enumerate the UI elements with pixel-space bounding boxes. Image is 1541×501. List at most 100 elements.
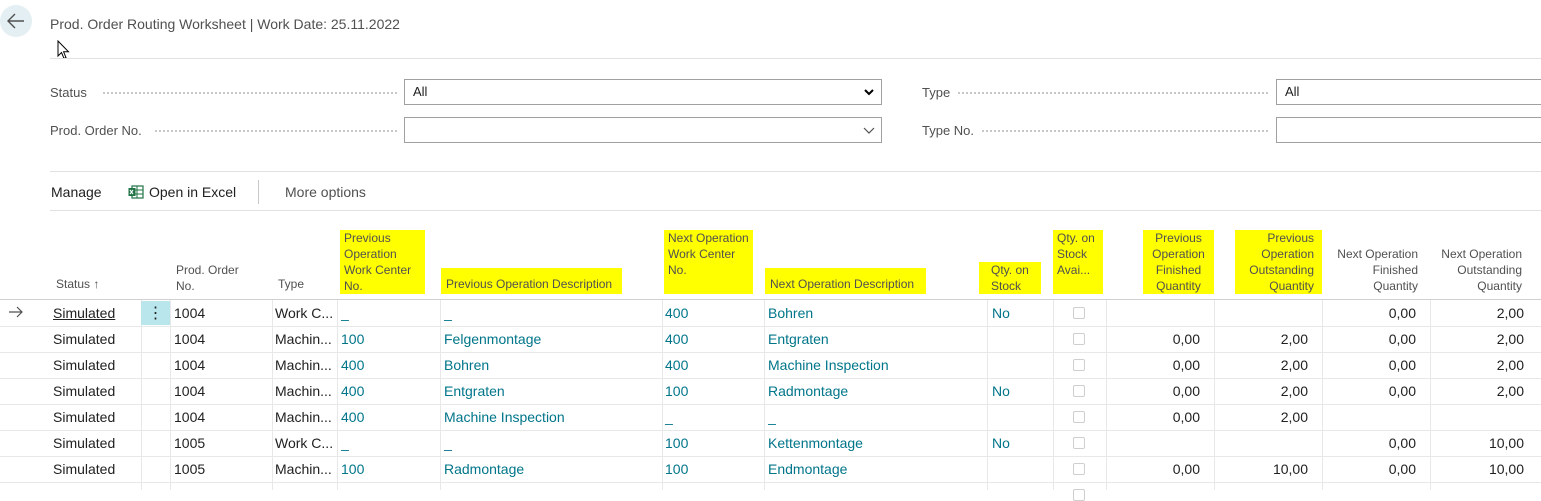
cell-qty-on-stock[interactable]: No (992, 382, 1047, 400)
prod-order-filter-input[interactable] (404, 117, 882, 143)
column-header-type[interactable]: Type (278, 276, 333, 292)
column-divider (1322, 300, 1323, 490)
cell-next-description[interactable]: Entgraten (768, 330, 983, 348)
cell-prev-description[interactable]: Bohren (444, 356, 659, 374)
chevron-down-icon (863, 127, 875, 134)
type-no-filter-input[interactable] (1276, 117, 1541, 143)
cell-prod-order-no: 1004 (174, 383, 206, 399)
qty-on-stock-avail-checkbox[interactable] (1073, 463, 1085, 475)
column-header-next-description[interactable]: Next Operation Description (765, 268, 926, 294)
row-actions-button[interactable]: ⋮ (141, 301, 170, 325)
type-filter-select[interactable]: All (1276, 79, 1541, 105)
type-no-filter-label: Type No. (922, 123, 975, 138)
column-divider (662, 300, 663, 490)
cell-type: Work C... (275, 435, 334, 451)
open-in-excel-button[interactable]: Open in Excel (128, 184, 236, 200)
cell-prev-work-center[interactable]: 400 (341, 356, 436, 374)
qty-on-stock-avail-checkbox[interactable] (1073, 385, 1085, 397)
qty-on-stock-avail-checkbox[interactable] (1073, 489, 1085, 501)
cell-prev-description[interactable]: Felgenmontage (444, 330, 659, 348)
cell-prod-order-no: 1005 (174, 461, 206, 477)
arrow-right-icon (9, 306, 23, 318)
column-header-next-work-center[interactable]: Next Operation Work Center No. (664, 230, 753, 294)
cell-prev-work-center[interactable]: 400 (341, 408, 436, 426)
cell-next-description[interactable]: Kettenmontage (768, 434, 983, 452)
column-header-status[interactable]: Status ↑ (56, 276, 136, 292)
cell-prev-description[interactable]: Machine Inspection (444, 408, 659, 426)
cell-type: Machin... (275, 409, 332, 425)
column-header-qty-on-stock-avail[interactable]: Qty. on Stock Avai... (1053, 230, 1103, 294)
manage-label: Manage (51, 184, 102, 200)
qty-on-stock-avail-checkbox[interactable] (1073, 437, 1085, 449)
cell-next-description[interactable]: Bohren (768, 304, 983, 322)
cell-prev-finished-qty: 0,00 (1172, 331, 1200, 347)
column-header-prev-outstanding-qty[interactable]: Previous Operation Outstanding Quantity (1235, 230, 1322, 294)
cell-prev-description[interactable]: _ (444, 434, 659, 452)
status-filter-leader (103, 92, 397, 94)
column-header-prev-description[interactable]: Previous Operation Description (441, 268, 622, 294)
cell-type: Machin... (275, 357, 332, 373)
cell-status[interactable]: Simulated (53, 356, 138, 374)
column-divider (764, 300, 765, 490)
cell-status[interactable]: Simulated (53, 304, 138, 322)
cell-next-finished-qty: 0,00 (1388, 383, 1416, 399)
qty-on-stock-avail-checkbox[interactable] (1073, 359, 1085, 371)
cell-next-description[interactable]: _ (768, 408, 983, 426)
cell-next-outstanding-qty: 2,00 (1496, 305, 1524, 321)
column-header-prod-order-no[interactable]: Prod. Order No. (176, 262, 246, 294)
cell-prev-work-center[interactable]: _ (341, 304, 436, 322)
qty-on-stock-avail-checkbox[interactable] (1073, 307, 1085, 319)
cell-next-finished-qty: 0,00 (1388, 461, 1416, 477)
cell-next-description[interactable]: Machine Inspection (768, 356, 983, 374)
column-divider (337, 300, 338, 490)
column-header-prev-work-center[interactable]: Previous Operation Work Center No. (340, 230, 425, 294)
cell-status[interactable]: Simulated (53, 330, 138, 348)
cell-next-work-center[interactable]: 400 (665, 330, 760, 348)
cell-prev-work-center[interactable]: 400 (341, 382, 436, 400)
cell-prev-description[interactable]: Radmontage (444, 460, 659, 478)
cell-next-finished-qty: 0,00 (1388, 331, 1416, 347)
table-row (0, 352, 1541, 353)
cell-prev-outstanding-qty: 2,00 (1280, 383, 1308, 399)
column-header-next-outstanding-qty[interactable]: Next Operation Outstanding Quantity (1432, 246, 1522, 294)
qty-on-stock-avail-checkbox[interactable] (1073, 411, 1085, 423)
status-filter-select[interactable]: All (404, 79, 882, 105)
cell-status[interactable]: Simulated (53, 434, 138, 452)
cell-next-work-center[interactable]: 100 (665, 460, 760, 478)
cell-next-work-center[interactable]: _ (665, 408, 760, 426)
cell-status[interactable]: Simulated (53, 460, 138, 478)
cell-prev-work-center[interactable]: 100 (341, 460, 436, 478)
cell-qty-on-stock[interactable]: No (992, 304, 1047, 322)
vertical-ellipsis-icon: ⋮ (147, 305, 164, 322)
cell-prod-order-no: 1005 (174, 435, 206, 451)
cell-next-work-center[interactable]: 400 (665, 356, 760, 374)
manage-menu[interactable]: Manage (51, 184, 102, 200)
cell-next-work-center[interactable]: 100 (665, 382, 760, 400)
cell-prev-work-center[interactable]: _ (341, 434, 436, 452)
header-divider (50, 58, 1541, 59)
column-divider (1053, 300, 1054, 490)
column-header-qty-on-stock[interactable]: Qty. on Stock (979, 262, 1041, 294)
cell-qty-on-stock[interactable]: No (992, 434, 1047, 452)
column-header-prev-finished-qty[interactable]: Previous Operation Finished Quantity (1143, 230, 1214, 294)
cell-status[interactable]: Simulated (53, 408, 138, 426)
cell-next-description[interactable]: Radmontage (768, 382, 983, 400)
cell-type: Machin... (275, 331, 332, 347)
back-button[interactable] (0, 5, 32, 37)
cell-prev-finished-qty: 0,00 (1172, 461, 1200, 477)
cell-prev-finished-qty: 0,00 (1172, 383, 1200, 399)
cell-prev-outstanding-qty: 2,00 (1280, 357, 1308, 373)
column-divider (987, 300, 988, 490)
cell-next-description[interactable]: Endmontage (768, 460, 983, 478)
column-header-next-finished-qty[interactable]: Next Operation Finished Quantity (1326, 246, 1418, 294)
more-options-button[interactable]: More options (285, 184, 366, 200)
cell-prod-order-no: 1004 (174, 357, 206, 373)
mouse-cursor-icon (57, 40, 70, 60)
cell-next-work-center[interactable]: 400 (665, 304, 760, 322)
qty-on-stock-avail-checkbox[interactable] (1073, 333, 1085, 345)
cell-prev-work-center[interactable]: 100 (341, 330, 436, 348)
cell-prev-description[interactable]: Entgraten (444, 382, 659, 400)
cell-status[interactable]: Simulated (53, 382, 138, 400)
cell-prev-description[interactable]: _ (444, 304, 659, 322)
cell-next-work-center[interactable]: 100 (665, 434, 760, 452)
